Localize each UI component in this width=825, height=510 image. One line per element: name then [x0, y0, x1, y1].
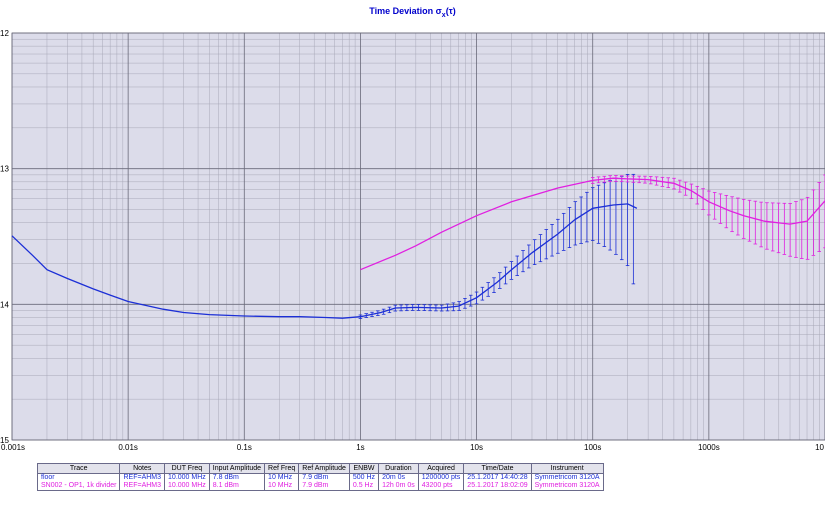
column-header: Trace [36, 463, 121, 474]
y-tick-label: 15 [0, 436, 9, 445]
x-tick-label: 100s [584, 443, 601, 452]
table-cell: 25.1.2017 14:40:28 [463, 473, 532, 482]
x-tick-label: 10 [815, 443, 824, 452]
table-row: floor REF=AHM3 10.000 MHz 7.8 dBm 10 MHz 7.9 … [36, 473, 604, 482]
table-cell: 10.000 MHz [164, 482, 210, 491]
table-cell: Symmetricom 3120A [530, 482, 604, 491]
table-body: floor REF=AHM3 10.000 MHz 7.8 dBm 10 MHz 7.9 … [36, 473, 604, 491]
table-cell: floor [36, 473, 121, 482]
column-header: Ref Amplitude [298, 463, 350, 474]
table-cell: 8.1 dBm [208, 482, 266, 491]
column-header: Notes [119, 463, 166, 474]
y-tick-label: 12 [0, 29, 9, 38]
x-tick-label: 0.1s [237, 443, 252, 452]
table-cell: REF=AHM3 [119, 473, 166, 482]
column-header: Duration [378, 463, 419, 474]
table-cell: 12h 0m 0s [378, 482, 419, 491]
column-header: Time/Date [463, 463, 532, 474]
table-cell: 10.000 MHz [164, 473, 210, 482]
column-header: Input Amplitude [208, 463, 266, 474]
x-tick-label: 1s [356, 443, 364, 452]
y-tick-label: 14 [0, 300, 9, 309]
table-cell: 0.5 Hz [348, 482, 380, 491]
x-tick-labels: 0.001s 0.01s 0.1s 1s 10s 100s 1000s 10 [1, 443, 825, 452]
table-cell: 1200000 pts [417, 473, 465, 482]
x-tick-label: 1000s [698, 443, 720, 452]
column-header: Acquired [417, 463, 465, 474]
column-header: DUT Freq [164, 463, 210, 474]
column-header: Instrument [530, 463, 604, 474]
plot-area [12, 33, 825, 440]
y-tick-labels: 12 13 14 15 [0, 29, 9, 445]
x-tick-label: 0.01s [118, 443, 138, 452]
y-tick-label: 13 [0, 165, 9, 174]
table-cell: 10 MHz [264, 473, 300, 482]
column-header: ENBW [348, 463, 380, 474]
table-header-row: Trace Notes DUT Freq Input Amplitude Ref Fre… [36, 463, 604, 474]
table-cell: 20m 0s [378, 473, 419, 482]
table-cell: SN002 - OP1, 1k divider [36, 482, 121, 491]
table-cell: 7.8 dBm [208, 473, 266, 482]
table-cell: Symmetricom 3120A [530, 473, 604, 482]
column-header: Ref Freq [264, 463, 300, 474]
table-cell: 500 Hz [348, 473, 380, 482]
table-cell: 10 MHz [264, 482, 300, 491]
table-row: SN002 - OP1, 1k divider REF=AHM3 10.000 MH… [36, 482, 604, 491]
table-cell: 43200 pts [417, 482, 465, 491]
table-cell: 7.9 dBm [298, 482, 350, 491]
table-cell: 25.1.2017 18:02:09 [463, 482, 532, 491]
trace-info-table: Trace Notes DUT Freq Input Amplitude Ref Fre… [36, 463, 604, 491]
table-cell: 7.9 dBm [298, 473, 350, 482]
table-cell: REF=AHM3 [119, 482, 166, 491]
x-tick-label: 10s [470, 443, 483, 452]
time-deviation-chart: 0.001s 0.01s 0.1s 1s 10s 100s 1000s 10 12131415 [0, 29, 825, 452]
